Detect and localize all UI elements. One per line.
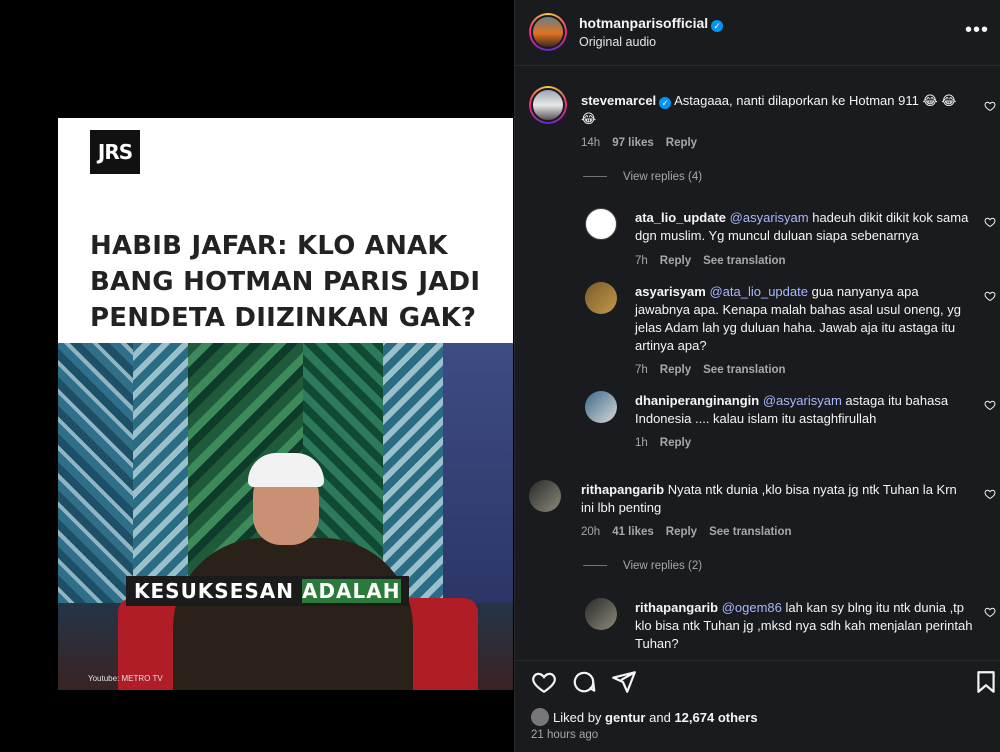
heart-icon[interactable]	[984, 606, 996, 618]
author-name-text[interactable]: hotmanparisofficial	[579, 15, 708, 31]
heart-icon[interactable]	[984, 100, 996, 112]
divider	[583, 176, 607, 178]
comment-text: asyarisyam @ata_lio_update gua nanyanya …	[635, 283, 975, 355]
likes-count[interactable]: 12,674 others	[674, 710, 757, 725]
reply-item: dhaniperanginangin @asyarisyam astaga it…	[585, 391, 999, 451]
heart-icon[interactable]	[984, 399, 996, 411]
reply-button[interactable]: Reply	[660, 255, 691, 267]
subtitle-word: KESUKSESAN	[134, 579, 294, 603]
comment-username[interactable]: rithapangarib	[581, 482, 664, 497]
avatar[interactable]	[585, 598, 617, 630]
comment-username[interactable]: dhaniperanginangin	[635, 393, 759, 408]
comment-username[interactable]: asyarisyam	[635, 284, 706, 299]
comment-time[interactable]: 1h	[635, 437, 648, 449]
reply-item: asyarisyam @ata_lio_update gua nanyanya …	[585, 282, 999, 382]
heart-icon[interactable]	[984, 216, 996, 228]
view-replies-button[interactable]: View replies (4)	[583, 171, 702, 183]
action-bar	[515, 660, 1000, 700]
see-translation-button[interactable]: See translation	[709, 526, 791, 538]
bookmark-icon[interactable]	[973, 669, 999, 695]
avatar[interactable]	[585, 282, 617, 314]
comment-time[interactable]: 7h	[635, 364, 648, 376]
see-translation-button[interactable]: See translation	[703, 255, 785, 267]
subtitle-word-highlight: ADALAH	[301, 579, 401, 603]
post-sidebar: hotmanparisofficial ✓ Original audio ••• …	[514, 0, 1000, 752]
avatar[interactable]	[585, 391, 617, 423]
reply-button[interactable]: Reply	[666, 137, 697, 149]
heart-icon[interactable]	[531, 669, 557, 695]
verified-badge-icon: ✓	[711, 20, 724, 32]
comment-text: stevemarcel ✓ Astagaaa, nanti dilaporkan …	[581, 92, 961, 128]
video-frame: KESUKSESAN ADALAH Youtube: METRO TV	[58, 343, 513, 690]
author-avatar[interactable]	[529, 13, 567, 51]
comment-text: rithapangarib @ogem86 lah kan sy blng it…	[635, 599, 975, 653]
view-replies-button[interactable]: View replies (2)	[583, 560, 702, 572]
comment-likes[interactable]: 97 likes	[612, 137, 654, 149]
comment-username[interactable]: ata_lio_update	[635, 210, 726, 225]
heart-icon[interactable]	[984, 488, 996, 500]
reel-media-panel[interactable]: JRS HABIB JAFAR: KLO ANAK BANG HOTMAN PA…	[0, 0, 514, 752]
liked-and-label: and	[649, 710, 671, 725]
reply-button[interactable]: Reply	[666, 526, 697, 538]
video-subtitle: KESUKSESAN ADALAH	[126, 576, 409, 606]
comment-meta: 7h Reply See translation	[635, 255, 798, 267]
view-replies-text[interactable]: View replies (2)	[623, 560, 702, 572]
avatar[interactable]	[585, 208, 617, 240]
speaker-body	[173, 538, 413, 690]
mention-link[interactable]: @ogem86	[722, 600, 782, 615]
video-credit: Youtube: METRO TV	[88, 674, 163, 683]
comment-time[interactable]: 20h	[581, 526, 600, 538]
background-batik	[58, 343, 133, 603]
comment-time[interactable]: 7h	[635, 255, 648, 267]
speaker-cap	[248, 453, 324, 487]
post-timestamp[interactable]: 21 hours ago	[531, 729, 598, 741]
reply-item: ata_lio_update @asyarisyam hadeuh dikit …	[585, 208, 999, 268]
reply-button[interactable]: Reply	[660, 364, 691, 376]
comment-item: rithapangarib Nyata ntk dunia ,klo bisa …	[529, 480, 999, 550]
author-username[interactable]: hotmanparisofficial ✓	[579, 15, 724, 32]
view-replies-text[interactable]: View replies (4)	[623, 171, 702, 183]
reply-item: rithapangarib @ogem86 lah kan sy blng it…	[585, 598, 999, 658]
background-batik	[383, 343, 443, 603]
background-batik	[133, 343, 188, 603]
comment-text: dhaniperanginangin @asyarisyam astaga it…	[635, 392, 975, 428]
liked-by-label: Liked by	[553, 710, 602, 725]
comment-username[interactable]: rithapangarib	[635, 600, 718, 615]
comment-icon[interactable]	[571, 669, 597, 695]
mention-link[interactable]: @asyarisyam	[730, 210, 809, 225]
comment-meta: 14h 97 likes Reply	[581, 137, 709, 149]
avatar[interactable]	[529, 86, 567, 124]
comment-time[interactable]: 14h	[581, 137, 600, 149]
background-panel	[443, 343, 513, 603]
divider	[583, 565, 607, 567]
liker-avatar	[531, 708, 549, 726]
post-header: hotmanparisofficial ✓ Original audio •••	[515, 0, 1000, 66]
original-audio-link[interactable]: Original audio	[579, 35, 656, 49]
reel-video[interactable]: JRS HABIB JAFAR: KLO ANAK BANG HOTMAN PA…	[58, 118, 513, 690]
comment-username[interactable]: stevemarcel	[581, 93, 656, 108]
reply-button[interactable]: Reply	[660, 437, 691, 449]
video-headline: HABIB JAFAR: KLO ANAK BANG HOTMAN PARIS …	[90, 231, 481, 333]
comment-text: ata_lio_update @asyarisyam hadeuh dikit …	[635, 209, 975, 245]
verified-badge-icon: ✓	[659, 97, 672, 109]
comment-likes[interactable]: 41 likes	[612, 526, 654, 538]
comment-meta: 1h Reply	[635, 437, 703, 449]
liker-username[interactable]: gentur	[605, 710, 645, 725]
heart-icon[interactable]	[984, 290, 996, 302]
comment-meta: 20h 41 likes Reply See translation	[581, 526, 804, 538]
comment-meta: 7h Reply See translation	[635, 364, 798, 376]
more-options-icon[interactable]: •••	[965, 20, 989, 40]
comment-text: rithapangarib Nyata ntk dunia ,klo bisa …	[581, 481, 961, 517]
jrs-logo: JRS	[90, 130, 140, 174]
likes-summary[interactable]: Liked by gentur and 12,674 others	[531, 708, 758, 726]
see-translation-button[interactable]: See translation	[703, 364, 785, 376]
mention-link[interactable]: @ata_lio_update	[709, 284, 808, 299]
share-icon[interactable]	[611, 669, 637, 695]
avatar[interactable]	[529, 480, 561, 512]
mention-link[interactable]: @asyarisyam	[763, 393, 842, 408]
